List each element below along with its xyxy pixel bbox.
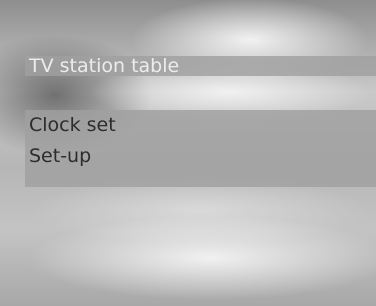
menu-item-label: TV station table bbox=[29, 55, 180, 77]
menu-item-set-up[interactable]: Set-up bbox=[29, 146, 91, 166]
menu-panel: Clock set Set-up bbox=[25, 110, 376, 187]
tv-menu-screen: TV station table Clock set Set-up bbox=[0, 0, 376, 306]
menu-item-tv-station-table[interactable]: TV station table bbox=[25, 56, 376, 76]
menu-item-clock-set[interactable]: Clock set bbox=[29, 115, 116, 135]
